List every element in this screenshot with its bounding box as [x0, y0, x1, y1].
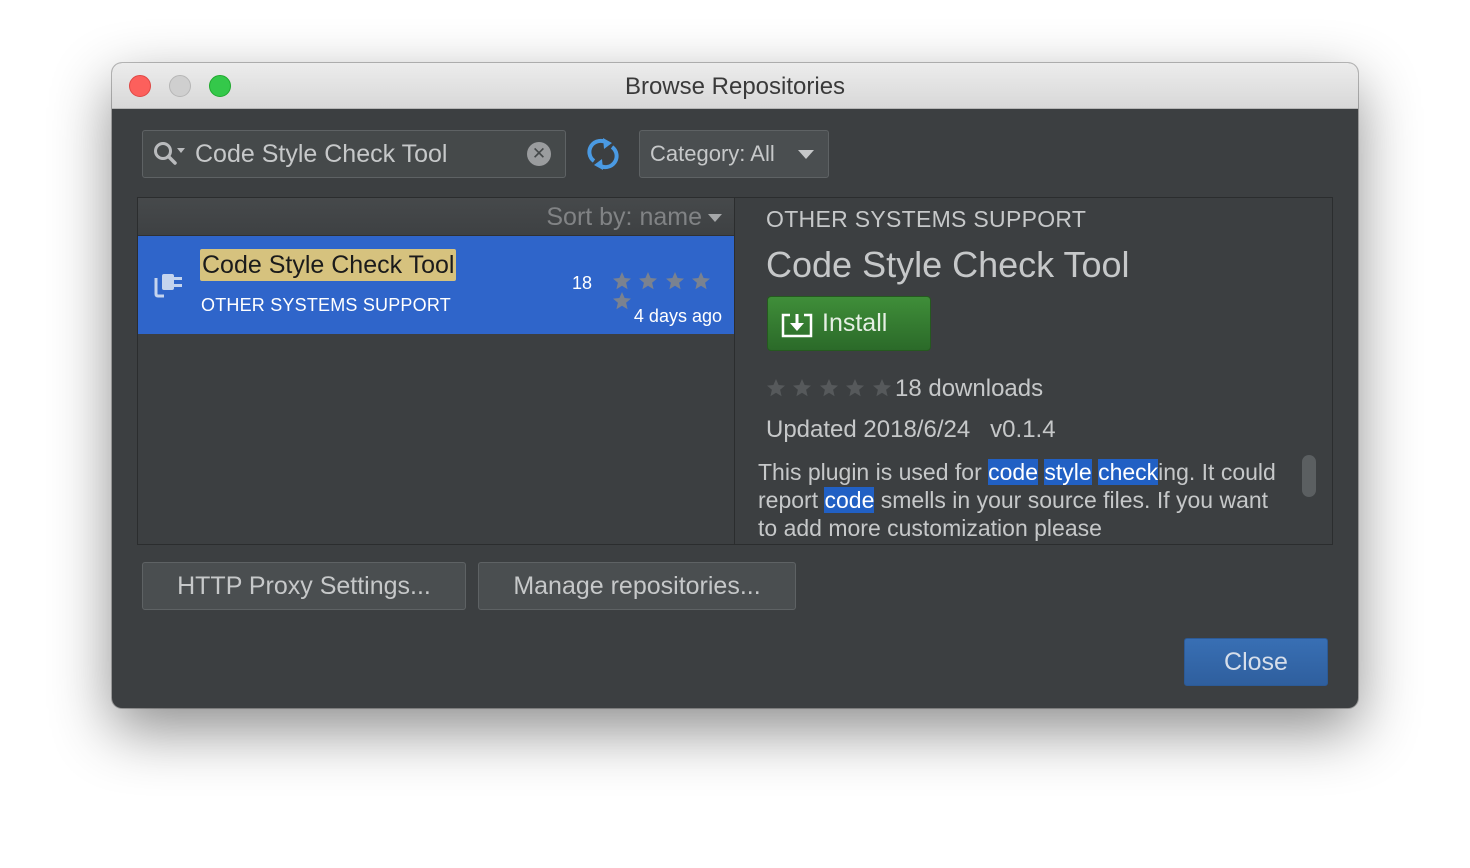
plugin-list-panel: Sort by: name Code Style Check Tool OTHE…	[137, 197, 735, 545]
detail-category: OTHER SYSTEMS SUPPORT	[766, 206, 1087, 232]
star-icon	[872, 379, 891, 397]
clear-search-icon[interactable]: ✕	[527, 142, 551, 166]
star-icon	[846, 379, 865, 397]
rating-stars	[612, 271, 734, 311]
chevron-down-icon	[798, 150, 814, 159]
manage-repositories-button[interactable]: Manage repositories...	[478, 562, 796, 610]
search-highlight: code	[988, 459, 1038, 485]
plugin-detail-panel: OTHER SYSTEMS SUPPORT Code Style Check T…	[735, 197, 1333, 545]
search-icon[interactable]	[153, 141, 187, 167]
list-header: Sort by: name	[138, 198, 734, 236]
browse-repositories-dialog: Browse Repositories Code Style Check Too…	[112, 63, 1358, 708]
star-icon	[613, 292, 631, 310]
star-icon	[819, 379, 838, 397]
http-proxy-settings-button[interactable]: HTTP Proxy Settings...	[142, 562, 466, 610]
refresh-icon[interactable]	[587, 137, 619, 171]
install-label: Install	[822, 309, 888, 337]
plugin-category: OTHER SYSTEMS SUPPORT	[201, 295, 451, 315]
plugin-description: This plugin is used for code style check…	[758, 458, 1278, 542]
plugin-name: Code Style Check Tool	[200, 249, 457, 281]
search-highlight: check	[1098, 459, 1159, 485]
search-field[interactable]: Code Style Check Tool ✕	[142, 130, 566, 178]
category-label: Category: All	[650, 141, 775, 166]
plugin-downloads: 18	[572, 273, 593, 293]
close-button[interactable]: Close	[1184, 638, 1328, 686]
detail-plugin-name: Code Style Check Tool	[766, 244, 1130, 285]
detail-downloads: 18 downloads	[895, 375, 1044, 402]
title-bar: Browse Repositories	[112, 63, 1358, 109]
install-button[interactable]: Install	[767, 296, 931, 351]
plugin-date: 4 days ago	[633, 306, 722, 326]
star-icon	[613, 272, 631, 290]
description-text: This plugin is used for	[758, 459, 989, 485]
chevron-down-icon	[708, 214, 722, 223]
star-icon	[665, 272, 684, 290]
detail-rating-stars	[766, 378, 894, 398]
sort-dropdown[interactable]: Sort by: name	[546, 198, 722, 236]
plugin-icon	[154, 274, 182, 298]
download-icon	[781, 313, 813, 338]
window-title: Browse Repositories	[624, 73, 846, 100]
star-icon	[793, 379, 812, 397]
scrollbar[interactable]	[1302, 455, 1316, 497]
star-icon	[692, 272, 711, 290]
plugin-list-item[interactable]: Code Style Check Tool OTHER SYSTEMS SUPP…	[138, 236, 734, 334]
star-icon	[767, 379, 785, 397]
search-input[interactable]: Code Style Check Tool	[195, 131, 447, 177]
search-highlight: code	[824, 487, 875, 513]
detail-updated: Updated 2018/6/24 v0.1.4	[766, 416, 1056, 443]
search-highlight: style	[1044, 459, 1092, 485]
category-dropdown[interactable]: Category: All	[639, 130, 829, 178]
star-icon	[639, 272, 658, 290]
sort-label: Sort by: name	[546, 203, 702, 231]
